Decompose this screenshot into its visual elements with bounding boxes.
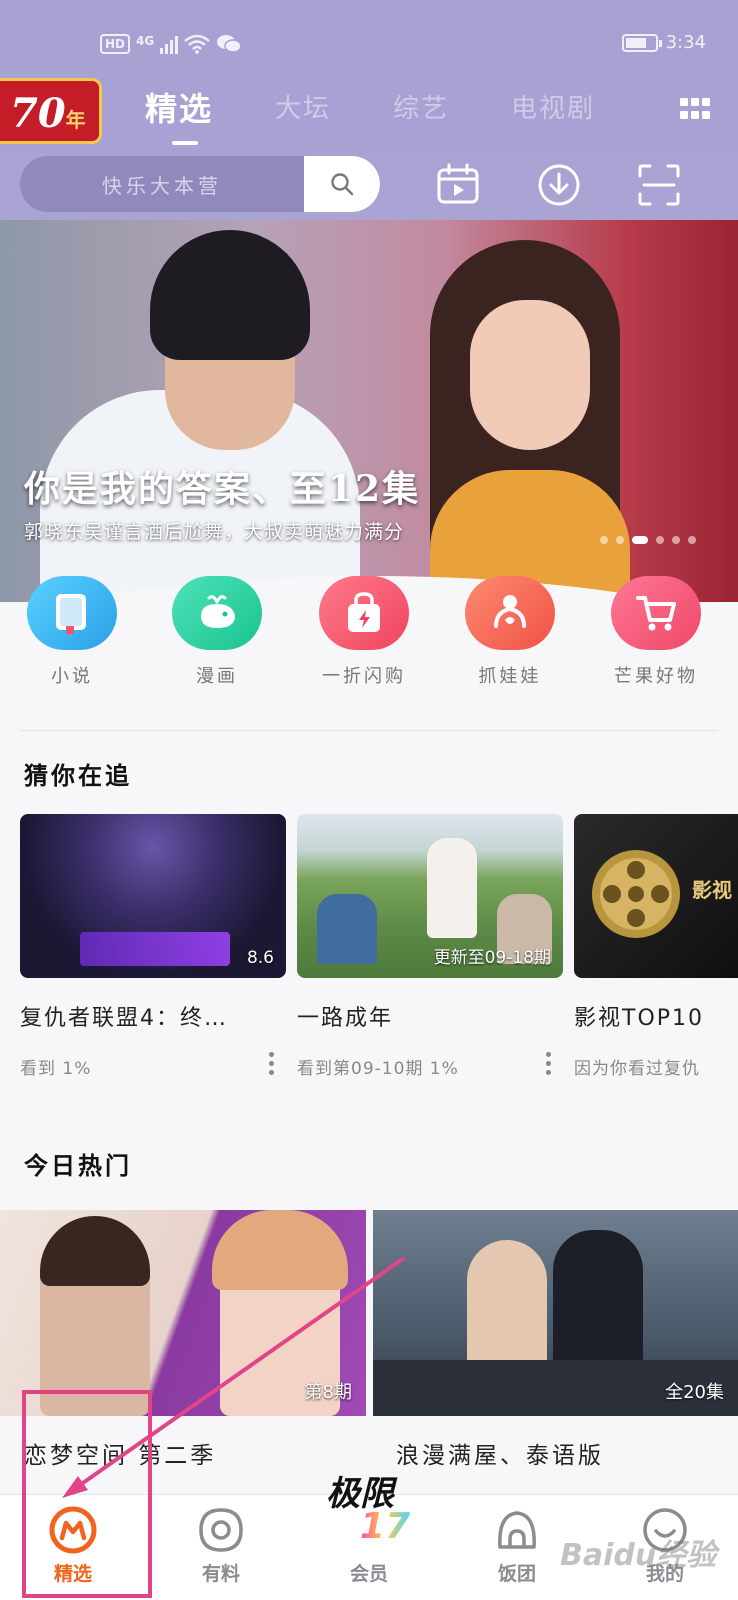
badge-number: 70 — [10, 90, 66, 137]
shortcut-row: 小说 漫画 一折闪购 抓娃娃 芒果好物 — [0, 576, 738, 688]
update-badge: 更新至09-18期 — [433, 948, 551, 968]
nav-fan-club[interactable]: 饭团 — [462, 1505, 572, 1586]
shortcut-label: 抓娃娃 — [478, 666, 542, 687]
watermark: Baidu经验 — [560, 1538, 717, 1573]
more-options-icon[interactable] — [269, 1052, 274, 1075]
hot-card-2[interactable]: 全20集 — [373, 1210, 738, 1416]
signal-icon — [160, 34, 179, 54]
search-input[interactable]: 快乐大本营 — [102, 170, 222, 199]
shortcut-comic[interactable]: 漫画 — [157, 576, 277, 688]
card-title: 浪漫满屋、泰语版 — [396, 1443, 604, 1469]
wechat-icon — [217, 35, 242, 53]
section-title-watching: 猜你在追 — [24, 761, 132, 790]
shortcut-novel[interactable]: 小说 — [12, 576, 132, 688]
watching-card-1[interactable]: 8.6 复仇者联盟4：终… 看到 1% — [20, 814, 286, 1079]
battery-icon — [621, 33, 662, 52]
search-icon — [331, 173, 354, 196]
shortcut-label: 漫画 — [196, 666, 238, 687]
search-button[interactable] — [304, 156, 380, 212]
rice-ball-icon — [498, 1511, 536, 1549]
progress-text: 看到第09-10期 1% — [297, 1059, 459, 1079]
eye-icon — [199, 1508, 243, 1552]
nav-label: 有料 — [201, 1563, 240, 1585]
episode-badge: 全20集 — [665, 1382, 724, 1403]
hero-banner[interactable]: 你是我的答案、至12集 郭晓东吴谨言酒后尬舞，大叔卖萌魅力满分 — [0, 220, 738, 602]
shortcut-label: 一折闪购 — [322, 666, 406, 687]
poster-image: 更新至09-18期 — [297, 814, 563, 978]
poster-image: 8.6 — [20, 814, 286, 978]
cart-icon — [611, 576, 701, 650]
episode-badge: 第8期 — [304, 1382, 352, 1403]
claw-icon — [465, 576, 555, 650]
clock: 3:34 — [665, 32, 706, 53]
wifi-icon — [184, 34, 210, 54]
more-options-icon[interactable] — [546, 1052, 551, 1075]
hero-image-actress-face — [470, 300, 590, 450]
rating-badge: 8.6 — [246, 948, 274, 968]
poster-title-art — [80, 932, 230, 966]
poster-image: 影视 — [574, 814, 738, 978]
tab-variety[interactable]: 综艺 — [393, 88, 449, 130]
card-title: 影视TOP10 — [574, 1006, 705, 1031]
card-title: 复仇者联盟4：终… — [20, 1006, 228, 1031]
carousel-dots — [600, 536, 696, 544]
card-title: 一路成年 — [297, 1006, 394, 1031]
carousel-dot[interactable] — [688, 536, 696, 544]
shortcut-label: 小说 — [51, 666, 93, 687]
nav-label: 会员 — [349, 1563, 388, 1585]
hot-card-1[interactable]: 第8期 — [0, 1210, 366, 1416]
poster-figure-hair — [212, 1210, 348, 1290]
schedule-icon[interactable] — [435, 162, 481, 208]
poster-figure — [317, 894, 377, 964]
scan-icon[interactable] — [636, 162, 682, 208]
shortcut-claw-machine[interactable]: 抓娃娃 — [450, 576, 570, 688]
section-title-hot: 今日热门 — [24, 1151, 132, 1180]
carousel-dot[interactable] — [600, 536, 608, 544]
promo-logo-number: 17 — [360, 1506, 411, 1547]
tab-forum[interactable]: 大坛 — [275, 88, 331, 130]
promo-logo[interactable]: 极限 17 — [326, 1476, 416, 1547]
hero-title: 你是我的答案、至12集 — [24, 468, 421, 510]
watching-card-2[interactable]: 更新至09-18期 一路成年 看到第09-10期 1% — [297, 814, 563, 1079]
tab-featured[interactable]: 精选 — [145, 84, 213, 130]
tab-indicator — [172, 141, 198, 145]
anniversary-badge[interactable]: 70年 — [0, 78, 102, 144]
carousel-dot[interactable] — [632, 536, 648, 544]
nav-label: 饭团 — [497, 1563, 536, 1585]
progress-text: 看到 1% — [20, 1059, 92, 1079]
channel-tabs: 精选 大坛 综艺 电视剧 — [145, 88, 595, 130]
shopping-bag-icon — [319, 576, 409, 650]
poster-figure-hair — [40, 1216, 150, 1286]
shortcut-flash-sale[interactable]: 一折闪购 — [304, 576, 424, 688]
hero-subtitle: 郭晓东吴谨言酒后尬舞，大叔卖萌魅力满分 — [24, 521, 405, 543]
download-icon[interactable] — [536, 162, 582, 208]
hd-icon: HD — [100, 34, 131, 54]
film-reel-icon — [592, 850, 680, 938]
poster-figure — [427, 838, 477, 938]
shortcut-label: 芒果好物 — [614, 666, 698, 687]
poster-label: 影视 — [692, 878, 732, 902]
whale-icon — [172, 576, 262, 650]
book-icon — [27, 576, 117, 650]
network-type: 4G — [136, 34, 155, 48]
search-bar[interactable]: 快乐大本营 — [20, 156, 380, 212]
badge-suffix: 年 — [65, 108, 86, 132]
nav-discover[interactable]: 有料 — [166, 1505, 276, 1586]
grid-menu-icon[interactable] — [680, 98, 710, 120]
reason-text: 因为你看过复仇 — [574, 1059, 700, 1079]
annotation-highlight-box — [22, 1390, 152, 1598]
carousel-dot[interactable] — [672, 536, 680, 544]
status-bar: HD 4G 3:34 — [0, 28, 738, 64]
tab-tv-series[interactable]: 电视剧 — [511, 88, 595, 130]
watching-card-3[interactable]: 影视 影视TOP10 因为你看过复仇 — [574, 814, 738, 1079]
divider — [20, 730, 718, 731]
shortcut-mango-goods[interactable]: 芒果好物 — [596, 576, 716, 688]
hero-image-actor-hair — [150, 230, 310, 360]
carousel-dot[interactable] — [616, 536, 624, 544]
carousel-dot[interactable] — [656, 536, 664, 544]
